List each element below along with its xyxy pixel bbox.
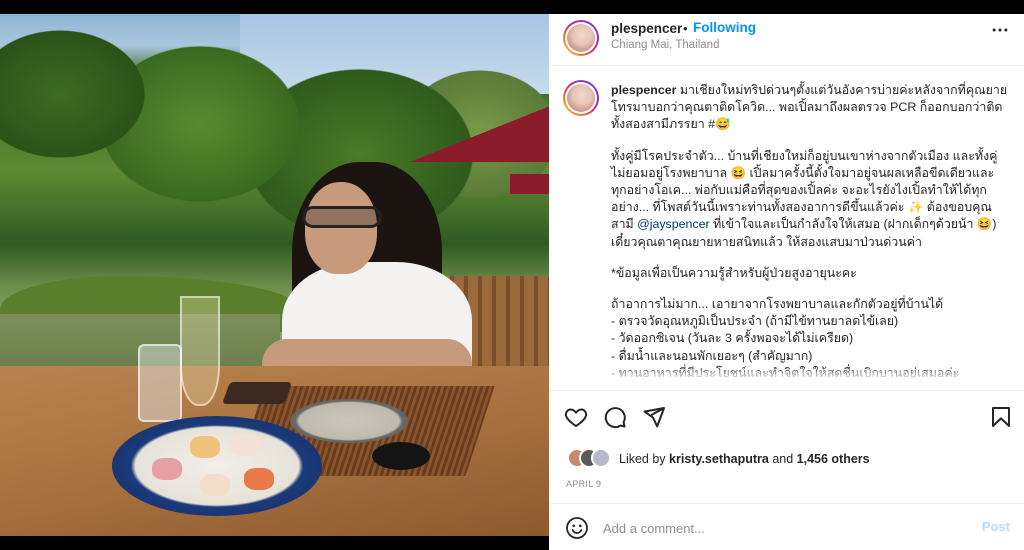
caption-avatar[interactable] bbox=[563, 80, 599, 116]
comment-input[interactable] bbox=[603, 517, 943, 539]
author-username[interactable]: plespencer bbox=[611, 21, 682, 36]
comment-icon[interactable] bbox=[603, 405, 629, 431]
caption-username[interactable]: plespencer bbox=[611, 83, 676, 97]
photo-sashimi-piece bbox=[200, 474, 230, 496]
likes-middle: and bbox=[768, 452, 797, 466]
post-location[interactable]: Chiang Mai, Thailand bbox=[611, 39, 719, 51]
photo-sashimi-bowl bbox=[112, 416, 322, 516]
separator-dot: • bbox=[683, 21, 688, 36]
post-caption: plespencer มาเชียงใหม่ทริปด่วนๆตั้งแต่วั… bbox=[549, 74, 1024, 380]
photo-sauce-dish bbox=[372, 442, 430, 470]
bookmark-icon[interactable] bbox=[989, 405, 1015, 431]
photo-umbrella-2 bbox=[510, 174, 549, 194]
heart-icon[interactable] bbox=[564, 405, 590, 431]
photo-sashimi-piece bbox=[244, 468, 274, 490]
photo-plate bbox=[290, 399, 408, 443]
post-date[interactable]: APRIL 9 bbox=[566, 479, 601, 489]
photo-trees bbox=[0, 14, 549, 264]
photo-phone bbox=[221, 382, 293, 404]
smiley-icon[interactable] bbox=[565, 516, 589, 540]
photo-person-face bbox=[305, 182, 377, 274]
photo-water-glass bbox=[138, 344, 182, 422]
following-button[interactable]: Following bbox=[693, 20, 756, 35]
post-sidebar: plespencer • Following Chiang Mai, Thail… bbox=[549, 14, 1024, 550]
post-photo[interactable] bbox=[0, 14, 549, 536]
paper-plane-icon[interactable] bbox=[642, 405, 668, 431]
likes-count-link[interactable]: 1,456 others bbox=[797, 452, 870, 466]
post-header: plespencer • Following Chiang Mai, Thail… bbox=[549, 14, 1024, 66]
photo-sashimi-piece bbox=[152, 458, 182, 480]
avatar bbox=[591, 448, 611, 468]
liker-username[interactable]: kristy.sethaputra bbox=[669, 452, 769, 466]
caption-fade bbox=[549, 366, 1024, 380]
author-avatar[interactable] bbox=[563, 20, 599, 56]
photo-sashimi-piece bbox=[190, 436, 220, 458]
caption-text: plespencer มาเชียงใหม่ทริปด่วนๆตั้งแต่วั… bbox=[611, 82, 1009, 380]
post-comment-button[interactable]: Post bbox=[982, 519, 1010, 534]
photo-sashimi-piece bbox=[230, 434, 260, 456]
likes-summary: Liked by kristy.sethaputra and 1,456 oth… bbox=[619, 452, 870, 466]
comment-bar: Post bbox=[549, 503, 1024, 550]
mention-link[interactable]: @jayspencer bbox=[637, 217, 710, 231]
caption-paragraph-3: *ข้อมูลเพื่อเป็นความรู้สำหรับผู้ป่วยสูงอ… bbox=[611, 265, 857, 280]
likes-prefix: Liked by bbox=[619, 452, 670, 466]
post-actions: Liked by kristy.sethaputra and 1,456 oth… bbox=[549, 390, 1024, 550]
liker-avatars[interactable] bbox=[567, 448, 611, 468]
photo-wine-glass bbox=[180, 296, 220, 406]
photo-sunglasses bbox=[302, 206, 382, 228]
more-icon[interactable] bbox=[990, 20, 1010, 45]
